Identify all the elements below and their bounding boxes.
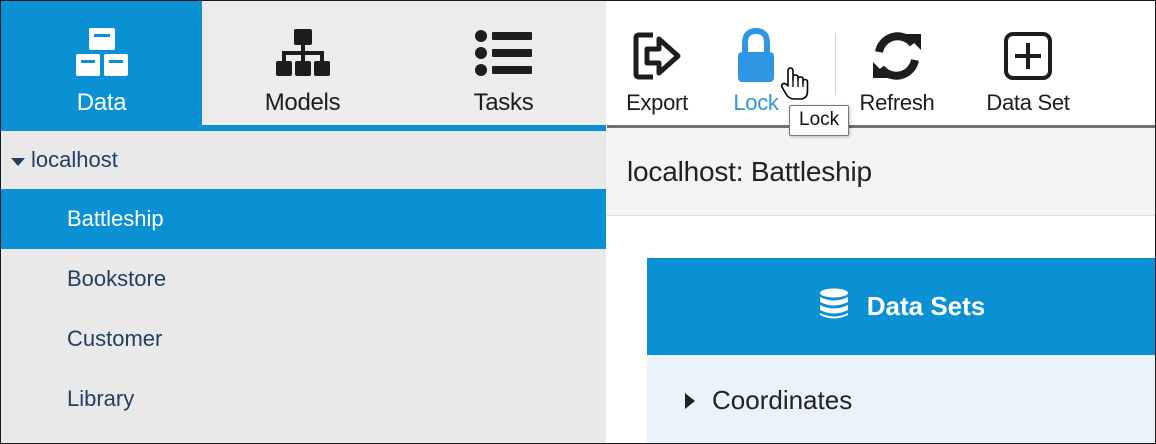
data-sets-title: Data Sets (866, 291, 986, 321)
sitemap-icon (275, 25, 331, 81)
sidebar-item-label: Bookstore (67, 266, 167, 291)
data-sets-header: Data Sets (647, 258, 1155, 355)
caret-down-icon (11, 147, 25, 173)
cubes-icon (72, 25, 132, 81)
toolbar: Export Lock Refresh Data Set (607, 1, 1155, 125)
page-title: localhost: Battleship (627, 155, 872, 187)
sidebar: localhost Battleship Bookstore Customer … (1, 131, 606, 443)
plus-square-icon (1003, 26, 1053, 86)
sidebar-item-library[interactable]: Library (1, 369, 606, 429)
caret-right-icon (684, 385, 696, 416)
sidebar-item-label: Library (67, 386, 135, 411)
database-icon (819, 288, 849, 325)
export-button[interactable]: Export (617, 1, 697, 125)
hand-cursor-icon (780, 66, 810, 107)
data-set-row-coordinates[interactable]: Coordinates (647, 355, 1155, 443)
sidebar-item-label: Battleship (67, 206, 164, 231)
add-data-set-button[interactable]: Data Set (973, 1, 1083, 125)
list-icon (474, 25, 534, 81)
app-window: Data Models Tasks Export Lock Refresh Da… (0, 0, 1156, 444)
data-set-label: Data Set (986, 90, 1070, 115)
main-content: localhost: Battleship Data Sets Coordina… (606, 128, 1155, 443)
tree-root-localhost[interactable]: localhost (1, 131, 606, 189)
refresh-label: Refresh (859, 90, 935, 115)
nav-tab-label: Data (76, 89, 127, 116)
toolbar-separator (835, 33, 836, 95)
refresh-button[interactable]: Refresh (847, 1, 947, 125)
sidebar-item-battleship[interactable]: Battleship (1, 189, 606, 249)
nav-tab-label: Tasks (473, 89, 534, 116)
refresh-icon (869, 26, 925, 86)
tree-root-label: localhost (31, 147, 118, 172)
nav-tab-tasks[interactable]: Tasks (403, 1, 604, 125)
nav-tab-models[interactable]: Models (202, 1, 403, 125)
data-set-label: Coordinates (712, 384, 853, 415)
sidebar-item-customer[interactable]: Customer (1, 309, 606, 369)
nav-tab-data[interactable]: Data (1, 1, 202, 125)
lock-icon (736, 26, 776, 86)
lock-tooltip: Lock (789, 105, 850, 136)
lock-label: Lock (733, 90, 779, 115)
data-sets-panel: Data Sets Coordinates (647, 258, 1155, 443)
sidebar-item-bookstore[interactable]: Bookstore (1, 249, 606, 309)
export-label: Export (626, 90, 688, 115)
export-icon (633, 26, 681, 86)
nav-tab-label: Models (264, 89, 341, 116)
main-nav: Data Models Tasks (1, 1, 606, 131)
content-header: localhost: Battleship (606, 128, 1155, 216)
sidebar-item-label: Customer (67, 326, 163, 351)
